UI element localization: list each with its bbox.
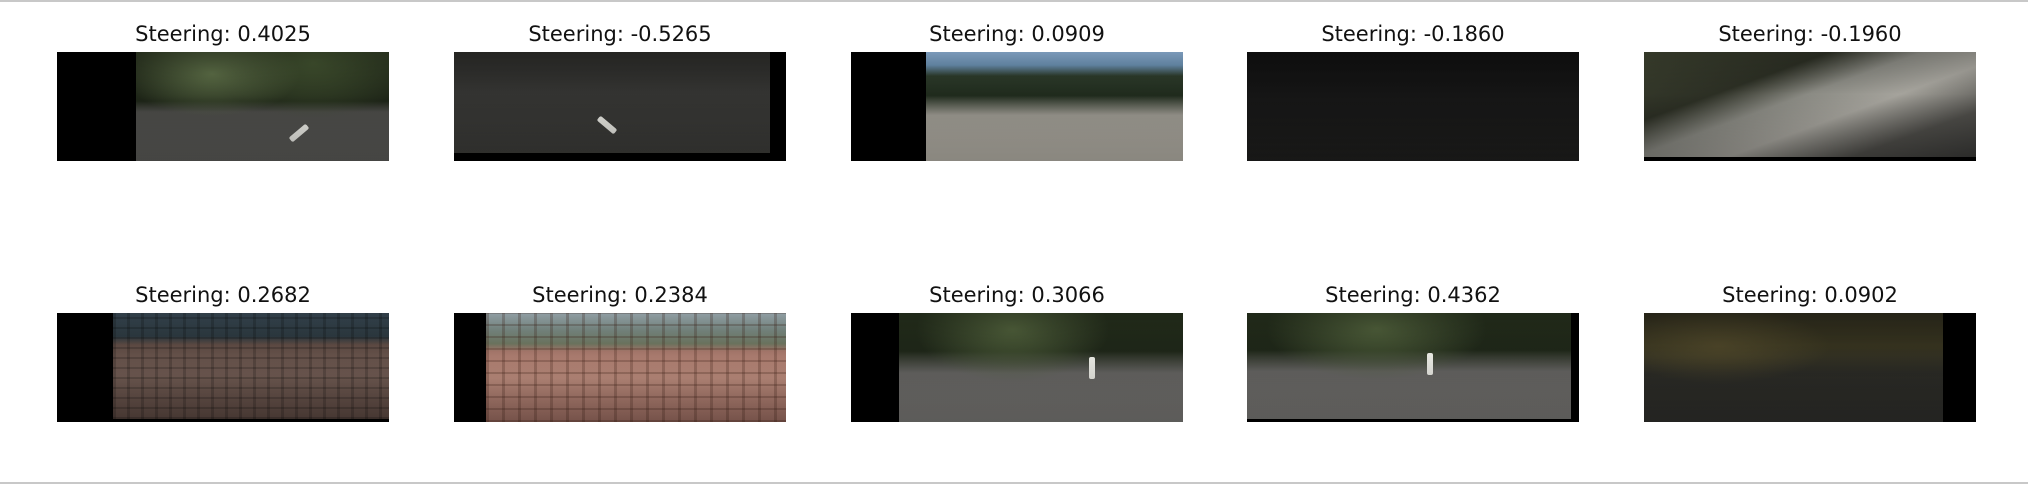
- camera-image: [454, 313, 786, 422]
- panel-title: Steering: 0.3066: [929, 283, 1105, 307]
- road-scene: [1644, 52, 1976, 157]
- camera-image: [1644, 313, 1976, 422]
- panel-title: Steering: -0.1960: [1718, 22, 1902, 46]
- camera-image: [1644, 52, 1976, 161]
- road-scene: [136, 52, 389, 161]
- camera-image: [57, 313, 389, 422]
- lane-marking: [596, 115, 618, 135]
- road-scene: [926, 52, 1183, 161]
- lane-marking: [1089, 357, 1095, 379]
- panel-title: Steering: 0.0902: [1722, 283, 1898, 307]
- road-scene: [454, 52, 770, 153]
- panel-title: Steering: 0.0909: [929, 22, 1105, 46]
- top-border: [0, 0, 2028, 2]
- panel-title: Steering: -0.5265: [528, 22, 712, 46]
- camera-image: [851, 52, 1183, 161]
- road-scene: [899, 313, 1183, 422]
- road-scene: [1247, 52, 1579, 161]
- camera-image: [1247, 313, 1579, 422]
- road-scene: [1247, 313, 1571, 419]
- road-scene: [113, 313, 389, 419]
- panel-title: Steering: 0.4025: [135, 22, 311, 46]
- road-scene: [486, 313, 786, 422]
- bottom-border: [0, 482, 2028, 484]
- camera-image: [57, 52, 389, 161]
- camera-image: [454, 52, 786, 161]
- camera-image: [851, 313, 1183, 422]
- lane-marking: [1427, 353, 1433, 375]
- panel-title: Steering: 0.2384: [532, 283, 708, 307]
- panel-title: Steering: 0.2682: [135, 283, 311, 307]
- panel-title: Steering: 0.4362: [1325, 283, 1501, 307]
- road-scene: [1644, 313, 1943, 422]
- camera-image: [1247, 52, 1579, 161]
- lane-marking: [288, 123, 310, 143]
- panel-title: Steering: -0.1860: [1321, 22, 1505, 46]
